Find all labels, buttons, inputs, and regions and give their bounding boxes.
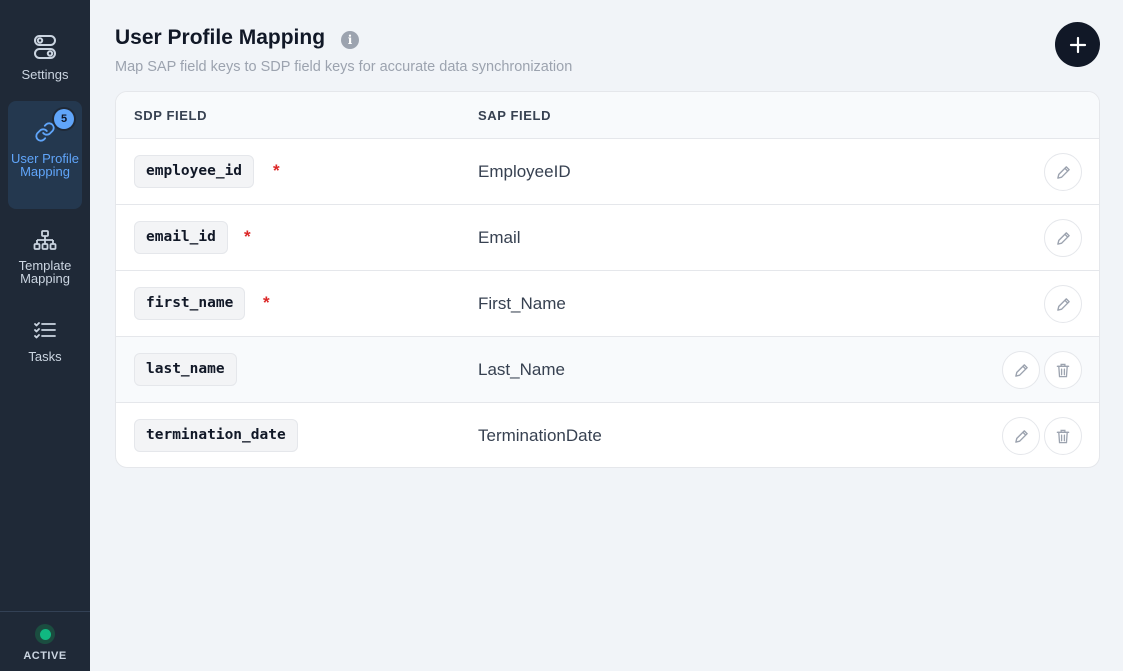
required-marker: * bbox=[244, 227, 251, 246]
table-row: termination_date TerminationDate bbox=[116, 403, 1099, 467]
sidebar-item-label: Template Mapping bbox=[18, 258, 72, 286]
sap-field-value: TerminationDate bbox=[478, 426, 602, 445]
pencil-icon bbox=[1014, 429, 1028, 443]
toggle-icon bbox=[34, 35, 56, 59]
edit-button[interactable] bbox=[1002, 417, 1040, 455]
status-indicator: ACTIVE bbox=[0, 611, 90, 671]
hierarchy-icon bbox=[33, 230, 57, 250]
page-subtitle: Map SAP field keys to SDP field keys for… bbox=[115, 59, 573, 75]
mapping-table: SDP FIELD SAP FIELD employee_id * Employ… bbox=[115, 91, 1100, 468]
sap-field-value: EmployeeID bbox=[478, 162, 571, 181]
sidebar-item-user-profile-mapping[interactable]: 5 User Profile Mapping bbox=[8, 101, 82, 209]
sidebar-item-label: User Profile Mapping bbox=[11, 151, 79, 179]
trash-icon bbox=[1056, 363, 1070, 377]
sidebar-item-label: Tasks bbox=[28, 349, 62, 364]
sdp-field-chip: termination_date bbox=[134, 419, 298, 452]
sdp-field-chip: email_id bbox=[134, 221, 228, 254]
edit-button[interactable] bbox=[1044, 153, 1082, 191]
table-row: employee_id * EmployeeID bbox=[116, 139, 1099, 205]
pencil-icon bbox=[1056, 297, 1070, 311]
plus-icon bbox=[1069, 36, 1086, 53]
required-marker: * bbox=[263, 293, 270, 312]
pencil-icon bbox=[1056, 231, 1070, 245]
sidebar-item-label: Settings bbox=[21, 67, 69, 82]
sap-field-value: Last_Name bbox=[478, 360, 565, 379]
edit-button[interactable] bbox=[1002, 351, 1040, 389]
required-marker: * bbox=[273, 161, 280, 180]
edit-button[interactable] bbox=[1044, 285, 1082, 323]
status-label: ACTIVE bbox=[23, 650, 67, 662]
delete-button[interactable] bbox=[1044, 351, 1082, 389]
table-row: first_name * First_Name bbox=[116, 271, 1099, 337]
status-dot-icon bbox=[35, 624, 55, 644]
sdp-field-chip: first_name bbox=[134, 287, 246, 320]
sdp-field-chip: last_name bbox=[134, 353, 237, 386]
sap-field-value: Email bbox=[478, 228, 521, 247]
column-header-sdp-field: SDP FIELD bbox=[134, 108, 208, 123]
sidebar-item-tasks[interactable]: Tasks bbox=[8, 321, 82, 376]
count-badge: 5 bbox=[54, 109, 74, 129]
sidebar-item-template-mapping[interactable]: Template Mapping bbox=[8, 230, 82, 300]
sidebar-item-settings[interactable]: Settings bbox=[8, 34, 82, 94]
pencil-icon bbox=[1014, 363, 1028, 377]
table-header: SDP FIELD SAP FIELD bbox=[116, 92, 1099, 139]
page-title: User Profile Mapping bbox=[115, 26, 326, 49]
column-header-sap-field: SAP FIELD bbox=[478, 108, 552, 123]
link-icon bbox=[35, 122, 55, 142]
table-row: email_id * Email bbox=[116, 205, 1099, 271]
pencil-icon bbox=[1056, 165, 1070, 179]
delete-button[interactable] bbox=[1044, 417, 1082, 455]
sidebar: Settings 5 User Profile Mapping Template… bbox=[0, 0, 90, 671]
edit-button[interactable] bbox=[1044, 219, 1082, 257]
checklist-icon bbox=[34, 322, 56, 339]
sap-field-value: First_Name bbox=[478, 294, 566, 313]
sdp-field-chip: employee_id bbox=[134, 155, 255, 188]
table-row: last_name Last_Name bbox=[116, 337, 1099, 403]
add-mapping-button[interactable] bbox=[1055, 22, 1100, 67]
trash-icon bbox=[1056, 429, 1070, 443]
info-icon[interactable]: i bbox=[341, 31, 359, 49]
